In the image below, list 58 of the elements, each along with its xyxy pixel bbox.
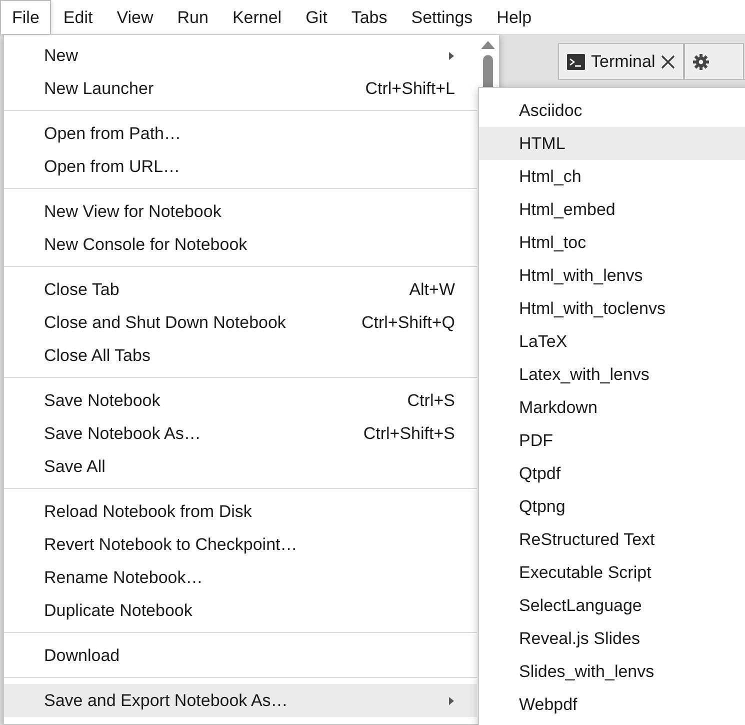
scroll-up-arrow-icon[interactable] <box>481 41 495 49</box>
menu-item[interactable]: Markdown <box>479 391 745 424</box>
menu-bar-item[interactable]: Settings <box>399 0 485 34</box>
menu-item[interactable]: LaTeX <box>479 325 745 358</box>
shortcut-label: Ctrl+Shift+S <box>363 424 455 444</box>
menu-item[interactable]: Html_with_lenvs <box>479 259 745 292</box>
menu-item[interactable]: New Launcher Ctrl+Shift+L <box>4 72 477 105</box>
menu-item[interactable]: SelectLanguage <box>479 589 745 622</box>
settings-icon <box>693 54 710 70</box>
menu-item[interactable]: Latex_with_lenvs <box>479 358 745 391</box>
menu-item[interactable]: Html_embed <box>479 193 745 226</box>
close-icon[interactable] <box>661 54 676 68</box>
menu-item[interactable]: Rename Notebook… <box>4 561 477 594</box>
menu-item[interactable]: Qtpng <box>479 490 745 523</box>
menu-bar-item[interactable]: File <box>0 0 52 34</box>
menu-item[interactable]: Save Notebook Ctrl+S <box>4 384 477 417</box>
menu-bar-item[interactable]: Kernel <box>220 0 294 34</box>
menu-item[interactable]: Reveal.js Slides <box>479 622 745 655</box>
shortcut-label: Ctrl+Shift+L <box>365 78 455 98</box>
menu-item[interactable]: Reload Notebook from Disk <box>4 495 477 528</box>
menu-item[interactable]: PDF <box>479 424 745 457</box>
menu-bar-item[interactable]: Help <box>484 0 544 34</box>
menu-item[interactable]: Revert Notebook to Checkpoint… <box>4 528 477 561</box>
menu-item[interactable]: Close All Tabs <box>4 339 477 372</box>
tab-label: Terminal <box>591 52 656 72</box>
menu-item[interactable]: Webpdf <box>479 688 745 721</box>
menu-bar-item[interactable]: Tabs <box>339 0 400 34</box>
menu-item[interactable]: Html_toc <box>479 226 745 259</box>
terminal-icon <box>567 54 585 70</box>
menu-item[interactable]: Close Tab Alt+W <box>4 273 477 306</box>
menu-item[interactable]: Asciidoc <box>479 94 745 127</box>
menu-bar-item[interactable]: View <box>104 0 166 34</box>
menu-item[interactable]: Qtpdf <box>479 457 745 490</box>
shortcut-label: Alt+W <box>409 280 455 300</box>
menu-bar-item[interactable]: Edit <box>51 0 105 34</box>
menu-item[interactable]: ReStructured Text <box>479 523 745 556</box>
menu-item[interactable]: Slides_with_lenvs <box>479 655 745 688</box>
menu-item[interactable]: New Console for Notebook <box>4 228 477 261</box>
menu-item[interactable]: Html_ch <box>479 160 745 193</box>
settings-tab[interactable] <box>684 43 744 79</box>
menu-item[interactable]: Save and Export Notebook As… <box>4 684 477 717</box>
menu-item[interactable]: Executable Script <box>479 556 745 589</box>
menu-item[interactable]: Open from Path… <box>4 117 477 150</box>
menu-item[interactable]: Close and Shut Down Notebook Ctrl+Shift+Q <box>4 306 477 339</box>
menu-bar-item[interactable]: Git <box>294 0 340 34</box>
shortcut-label: Ctrl+Shift+Q <box>361 312 455 332</box>
menu-item[interactable]: Duplicate Notebook <box>4 594 477 627</box>
menu-item[interactable]: Download <box>4 639 477 672</box>
menu-bar-item[interactable]: Run <box>165 0 220 34</box>
menu-item[interactable]: HTML <box>479 127 745 160</box>
shortcut-label: Ctrl+S <box>407 390 455 410</box>
menu-item[interactable]: Html_with_toclenvs <box>479 292 745 325</box>
terminal-tab[interactable]: Terminal <box>558 43 684 79</box>
menu-item[interactable]: Save Notebook As… Ctrl+Shift+S <box>4 417 477 450</box>
menu-item[interactable]: New View for Notebook <box>4 195 477 228</box>
menu-item[interactable]: New <box>4 39 477 72</box>
menu-item[interactable]: Open from URL… <box>4 150 477 183</box>
menu-item[interactable]: Save All <box>4 450 477 483</box>
